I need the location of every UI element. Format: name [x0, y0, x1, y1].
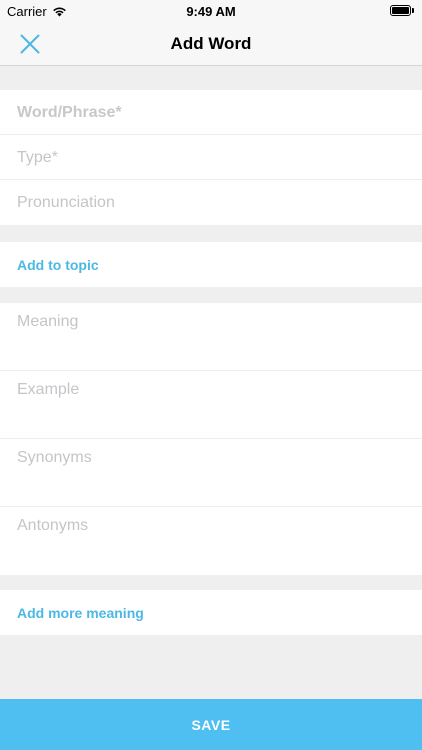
add-word-screen: Carrier 9:49 AM Add Word Word/Phrase* Ty…	[0, 0, 422, 750]
example-row	[0, 371, 422, 439]
page-title: Add Word	[170, 34, 252, 53]
meaning-input[interactable]	[17, 312, 407, 366]
save-button[interactable]: SAVE	[0, 699, 422, 750]
status-time: 9:49 AM	[186, 4, 236, 19]
add-to-topic-button[interactable]: Add to topic	[0, 242, 422, 287]
status-bar: Carrier 9:49 AM	[0, 0, 422, 22]
meaning-row	[0, 303, 422, 371]
type-input[interactable]	[17, 135, 407, 180]
word-phrase-input[interactable]	[17, 90, 407, 135]
antonyms-row	[0, 507, 422, 575]
add-more-section: Add more meaning	[0, 590, 422, 635]
topic-section: Add to topic	[0, 242, 422, 287]
pronunciation-input[interactable]	[17, 180, 407, 225]
example-input[interactable]	[17, 380, 407, 434]
type-row	[0, 135, 422, 180]
navigation-bar: Add Word	[0, 22, 422, 66]
antonyms-input[interactable]	[17, 516, 407, 570]
synonyms-input[interactable]	[17, 448, 407, 502]
add-more-meaning-button[interactable]: Add more meaning	[0, 590, 422, 635]
battery-icon	[390, 5, 414, 17]
pronunciation-row	[0, 180, 422, 225]
word-row	[0, 90, 422, 135]
synonyms-row	[0, 439, 422, 507]
word-details-section	[0, 90, 422, 225]
meaning-section	[0, 303, 422, 575]
